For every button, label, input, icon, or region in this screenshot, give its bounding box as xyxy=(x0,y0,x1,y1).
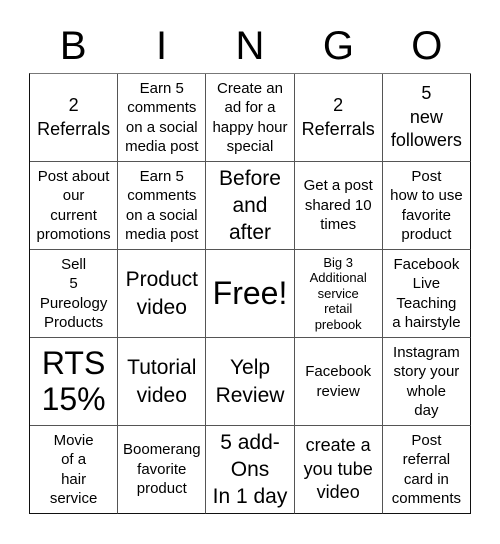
bingo-cell[interactable]: Facebook review xyxy=(294,338,383,426)
bingo-cell[interactable]: Boomerang favorite product xyxy=(118,426,207,514)
header-letter-n: N xyxy=(235,24,265,68)
bingo-cell[interactable]: Product video xyxy=(118,250,207,338)
bingo-cell[interactable]: Movie of a hair service xyxy=(30,426,119,514)
bingo-cell[interactable]: Create an ad for a happy hour special xyxy=(206,74,295,162)
bingo-cell[interactable]: Tutorial video xyxy=(118,338,207,426)
bingo-cell[interactable]: Instagram story your whole day xyxy=(382,338,471,426)
bingo-cell[interactable]: 2 Referrals xyxy=(294,74,383,162)
bingo-cell[interactable]: 5 add- Ons In 1 day xyxy=(206,426,295,514)
bingo-cell[interactable]: Post about our current promotions xyxy=(30,162,119,250)
bingo-cell[interactable]: create a you tube video xyxy=(294,426,383,514)
bingo-cell[interactable]: Earn 5 comments on a social media post xyxy=(118,74,207,162)
bingo-cell[interactable]: Big 3 Additional service retail prebook xyxy=(294,250,383,338)
bingo-cell[interactable]: Get a post shared 10 times xyxy=(294,162,383,250)
bingo-header: B I N G O xyxy=(29,20,471,73)
bingo-cell[interactable]: RTS 15% xyxy=(30,338,119,426)
bingo-cell[interactable]: 2 Referrals xyxy=(30,74,119,162)
header-letter-g: G xyxy=(322,24,354,68)
bingo-cell[interactable]: Before and after xyxy=(206,162,295,250)
bingo-cell[interactable]: Facebook Live Teaching a hairstyle xyxy=(382,250,471,338)
bingo-cell[interactable]: Post how to use favorite product xyxy=(382,162,471,250)
bingo-cell[interactable]: Yelp Review xyxy=(206,338,295,426)
bingo-cell[interactable]: Post referral card in comments xyxy=(382,426,471,514)
free-space-cell[interactable]: Free! xyxy=(206,250,295,338)
header-letter-o: O xyxy=(411,24,443,68)
bingo-cell[interactable]: 5 new followers xyxy=(382,74,471,162)
header-letter-b: B xyxy=(59,24,87,68)
bingo-cell[interactable]: Sell 5 Pureology Products xyxy=(30,250,119,338)
bingo-grid: 2 Referrals Earn 5 comments on a social … xyxy=(29,73,471,514)
bingo-cell[interactable]: Earn 5 comments on a social media post xyxy=(118,162,207,250)
header-letter-i: I xyxy=(156,24,168,68)
